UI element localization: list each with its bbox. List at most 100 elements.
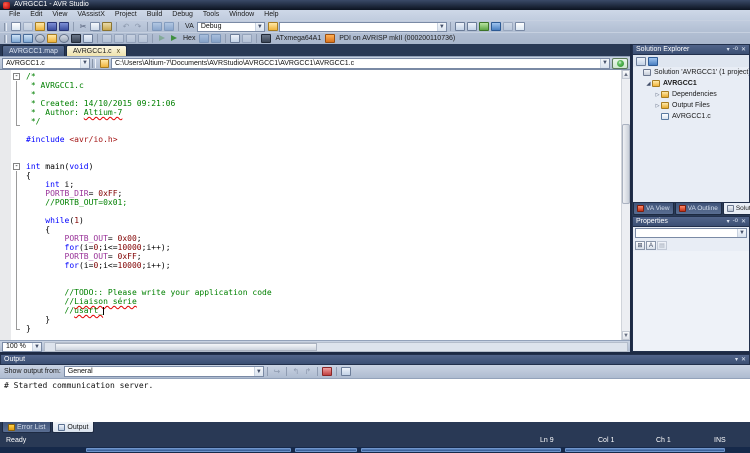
object-browser-icon[interactable] xyxy=(503,22,513,31)
chevron-down-icon[interactable]: ▾ xyxy=(735,356,738,363)
taskbar-button[interactable] xyxy=(361,448,561,452)
copy-icon[interactable] xyxy=(90,22,100,31)
go-button[interactable]: » xyxy=(612,58,628,69)
code-line[interactable]: * Created: 14/10/2015 09:21:06 xyxy=(26,99,621,108)
goto-message-icon[interactable]: ↪ xyxy=(272,367,282,376)
close-tab-icon[interactable]: x xyxy=(117,48,121,55)
code-line[interactable]: */ xyxy=(26,117,621,126)
tree-item-solution-avrgcc1-1-project-[interactable]: Solution 'AVRGCC1' (1 project) xyxy=(633,67,749,78)
code-line[interactable]: } xyxy=(26,324,621,333)
taskbar-button[interactable] xyxy=(86,448,291,452)
undo-icon[interactable]: ↶ xyxy=(121,22,131,31)
properties-page-icon[interactable] xyxy=(636,57,646,66)
code-line[interactable]: for(i=0;i<=10000;i++); xyxy=(26,261,621,270)
close-icon[interactable]: ✕ xyxy=(741,46,746,53)
chevron-down-icon[interactable]: ▼ xyxy=(437,23,446,31)
code-line[interactable]: * AVRGCC1.c xyxy=(26,81,621,90)
tab-avrgcc1-map[interactable]: AVRGCC1.map xyxy=(2,45,65,56)
build-solution-icon[interactable] xyxy=(23,34,33,43)
clear-breakpoints-icon[interactable] xyxy=(242,34,252,43)
simulator-icon[interactable] xyxy=(83,34,93,43)
code-line[interactable]: { xyxy=(26,225,621,234)
chevron-down-icon[interactable]: ▼ xyxy=(737,229,746,237)
menu-item-view[interactable]: View xyxy=(47,10,72,20)
device-programming-icon[interactable] xyxy=(71,34,81,43)
code-line[interactable] xyxy=(26,144,621,153)
breakpoint-window-icon[interactable] xyxy=(102,34,112,43)
start-debugging-icon[interactable] xyxy=(157,34,167,43)
editor-vertical-scrollbar[interactable]: ▲ ▼ xyxy=(621,70,630,340)
selected-device-label[interactable]: ATxmega64A1 xyxy=(275,35,321,42)
alphabetical-icon[interactable]: A xyxy=(646,241,656,250)
save-all-icon[interactable] xyxy=(59,22,69,31)
fold-toggle-icon[interactable]: - xyxy=(13,73,20,80)
solution-tree[interactable]: Solution 'AVRGCC1' (1 project)◢AVRGCC1▷D… xyxy=(632,67,750,203)
chevron-down-icon[interactable]: ▼ xyxy=(254,367,263,376)
step-over-icon[interactable] xyxy=(211,34,221,43)
code-line[interactable]: //PORTB_OUT=0x01; xyxy=(26,198,621,207)
chevron-down-icon[interactable]: ▾ xyxy=(727,46,730,53)
save-icon[interactable] xyxy=(47,22,57,31)
find-symbol-icon[interactable] xyxy=(467,22,477,31)
chevron-down-icon[interactable]: ▾ xyxy=(727,218,730,225)
tree-item-avrgcc1[interactable]: ◢AVRGCC1 xyxy=(633,78,749,89)
goto-file-icon[interactable] xyxy=(100,59,109,68)
paste-icon[interactable] xyxy=(102,22,112,31)
chevron-down-icon[interactable]: ▼ xyxy=(80,59,89,68)
properties-titlebar[interactable]: Properties ▾ -o ✕ xyxy=(632,216,750,227)
step-into-icon[interactable] xyxy=(199,34,209,43)
taskbar-button[interactable] xyxy=(565,448,725,452)
navbar-splitter[interactable] xyxy=(92,59,96,68)
cut-icon[interactable]: ✂ xyxy=(78,22,88,31)
toolbar-grip[interactable] xyxy=(4,23,7,31)
rebuild-icon[interactable] xyxy=(35,34,45,43)
scroll-up-icon[interactable]: ▲ xyxy=(622,70,630,79)
output-text[interactable]: # Started communication server. xyxy=(0,378,750,422)
code-line[interactable]: } xyxy=(26,315,621,324)
watch-window-icon[interactable] xyxy=(114,34,124,43)
previous-message-icon[interactable]: ↰ xyxy=(291,367,301,376)
tab-avrgcc1-c[interactable]: AVRGCC1.c x xyxy=(66,45,127,56)
categorized-icon[interactable]: ⊞ xyxy=(635,241,645,250)
code-line[interactable]: PORTB_OUT= 0x00; xyxy=(26,234,621,243)
new-file-icon[interactable] xyxy=(11,22,21,31)
code-line[interactable]: //usart_ xyxy=(26,306,621,315)
toolbar-grip[interactable] xyxy=(4,35,7,43)
scrollbar-thumb[interactable] xyxy=(55,343,317,351)
vassistx-button[interactable]: VA xyxy=(185,23,194,30)
menu-item-project[interactable]: Project xyxy=(110,10,142,20)
property-pages-icon[interactable]: ▤ xyxy=(657,241,667,250)
io-view-icon[interactable] xyxy=(138,34,148,43)
pin-icon[interactable]: -o xyxy=(733,46,738,53)
solution-explorer-icon[interactable] xyxy=(479,22,489,31)
tab-solution-explorer[interactable]: Solution Ex... xyxy=(723,203,750,215)
find-in-files-icon[interactable] xyxy=(455,22,465,31)
compile-icon[interactable] xyxy=(47,34,57,43)
fold-toggle-icon[interactable]: - xyxy=(13,163,20,170)
code-line[interactable]: /* xyxy=(26,72,621,81)
scope-combobox[interactable]: AVRGCC1.c ▼ xyxy=(2,58,90,69)
code-line[interactable]: int main(void) xyxy=(26,162,621,171)
tab-va-view[interactable]: VA View xyxy=(633,203,674,215)
scroll-down-icon[interactable]: ▼ xyxy=(622,331,630,340)
memory-window-icon[interactable] xyxy=(126,34,136,43)
solution-explorer-titlebar[interactable]: Solution Explorer ▾ -o ✕ xyxy=(632,44,750,55)
toggle-word-wrap-icon[interactable] xyxy=(341,367,351,376)
editor-horizontal-scrollbar[interactable] xyxy=(44,342,628,352)
open-file-icon[interactable] xyxy=(35,22,45,31)
scrollbar-thumb[interactable] xyxy=(622,124,630,204)
menu-item-edit[interactable]: Edit xyxy=(25,10,47,20)
file-path-combobox[interactable]: C:\Users\Altium-7\Documents\AVRStudio\AV… xyxy=(111,58,610,69)
code-area[interactable]: /*- * AVRGCC1.c * * Created: 14/10/2015 … xyxy=(0,70,621,340)
code-line[interactable]: int i; xyxy=(26,180,621,189)
toggle-breakpoint-icon[interactable] xyxy=(230,34,240,43)
output-titlebar[interactable]: Output ▾ ✕ xyxy=(0,354,750,365)
tree-expander-icon[interactable]: ▷ xyxy=(654,103,661,109)
menu-item-help[interactable]: Help xyxy=(259,10,283,20)
chevron-down-icon[interactable]: ▼ xyxy=(255,23,264,31)
clear-output-icon[interactable] xyxy=(322,367,332,376)
run-icon[interactable] xyxy=(169,34,179,43)
browse-icon[interactable] xyxy=(268,22,278,31)
code-line[interactable]: //Liaison série xyxy=(26,297,621,306)
menu-item-tools[interactable]: Tools xyxy=(198,10,224,20)
